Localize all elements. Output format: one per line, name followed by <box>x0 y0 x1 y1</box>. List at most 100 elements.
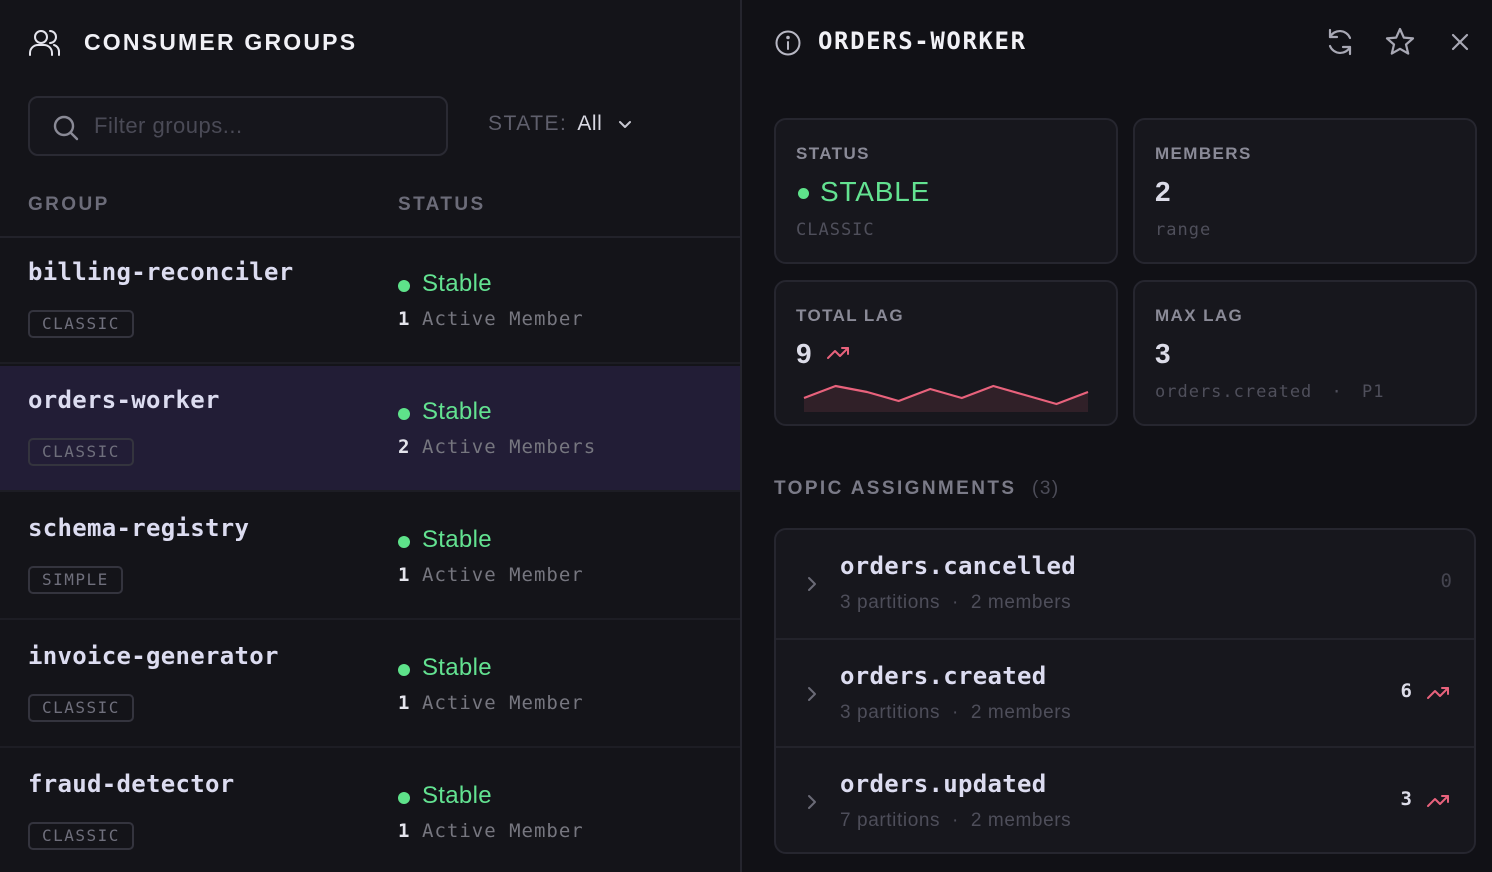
max-lag-partition: P1 <box>1362 382 1385 402</box>
status-dot <box>798 188 809 199</box>
member-label: Active Member <box>422 564 584 586</box>
search-box[interactable] <box>28 96 448 156</box>
topic-lag: 6 <box>1400 680 1412 702</box>
group-name: orders-worker <box>28 386 220 414</box>
topic-partitions: 7 partitions <box>840 810 941 831</box>
column-header-group[interactable]: GROUP <box>28 194 110 216</box>
topic-lag: 3 <box>1400 788 1412 810</box>
info-icon <box>775 30 801 56</box>
max-lag-value: 3 <box>1155 338 1171 369</box>
status-card-label: STATUS <box>796 144 870 163</box>
topic-members: 2 members <box>970 592 1072 613</box>
member-count: 1 <box>398 820 410 842</box>
topic-name: orders.updated <box>840 770 1047 798</box>
group-type-badge: CLASSIC <box>28 694 134 722</box>
search-input[interactable] <box>94 108 434 144</box>
max-lag-topic: orders.created <box>1155 382 1313 402</box>
trending-up-icon <box>1427 687 1449 699</box>
members-card-label: MEMBERS <box>1155 144 1252 163</box>
topic-meta: 7 partitions · 2 members <box>840 810 1071 832</box>
topic-lag: 0 <box>1440 570 1452 592</box>
group-row[interactable]: invoice-generator CLASSIC Stable 1 Activ… <box>0 622 740 748</box>
total-lag-value: 9 <box>796 338 812 369</box>
topic-assignments-list: orders.cancelled 3 partitions · 2 member… <box>774 528 1476 854</box>
max-lag-card: MAX LAG 3 orders.created · P1 <box>1133 280 1477 426</box>
consumer-groups-panel: CONSUMER GROUPS STATE: All GROUP STATUS … <box>0 0 740 872</box>
group-status: Stable <box>422 782 492 809</box>
state-filter-dropdown[interactable]: STATE: All <box>488 112 632 136</box>
status-card: STATUS STABLE CLASSIC <box>774 118 1118 264</box>
status-dot <box>398 792 410 804</box>
topic-name: orders.created <box>840 662 1047 690</box>
lag-sparkline <box>803 384 1089 412</box>
max-lag-source: orders.created · P1 <box>1155 382 1385 402</box>
group-name: schema-registry <box>28 514 250 542</box>
trending-up-icon <box>1427 795 1449 807</box>
group-row[interactable]: fraud-detector CLASSIC Stable 1 Active M… <box>0 750 740 872</box>
group-type-badge: CLASSIC <box>28 310 134 338</box>
star-icon[interactable] <box>1384 26 1416 58</box>
topic-assignments-count: (3) <box>1032 478 1060 499</box>
group-row[interactable]: billing-reconciler CLASSIC Stable 1 Acti… <box>0 238 740 364</box>
detail-title: ORDERS-WORKER <box>818 27 1027 55</box>
status-dot <box>398 408 410 420</box>
topic-name: orders.cancelled <box>840 552 1076 580</box>
group-status: Stable <box>422 526 492 553</box>
group-type-badge: CLASSIC <box>28 438 134 466</box>
total-lag-label: TOTAL LAG <box>796 306 904 325</box>
refresh-icon[interactable] <box>1324 26 1356 58</box>
members-card-value: 2 <box>1155 176 1171 207</box>
max-lag-label: MAX LAG <box>1155 306 1244 325</box>
topic-meta-separator: · <box>952 810 959 831</box>
topic-meta-separator: · <box>952 592 959 613</box>
trending-up-icon <box>827 347 849 359</box>
panel-title: CONSUMER GROUPS <box>84 29 358 55</box>
member-count: 2 <box>398 436 410 458</box>
member-count: 1 <box>398 692 410 714</box>
topic-partitions: 3 partitions <box>840 702 941 723</box>
status-dot <box>398 664 410 676</box>
member-label: Active Members <box>422 436 597 458</box>
group-type-badge: CLASSIC <box>28 822 134 850</box>
state-filter-label: STATE: <box>488 112 568 135</box>
group-name: billing-reconciler <box>28 258 294 286</box>
status-dot <box>398 536 410 548</box>
topic-members: 2 members <box>970 702 1072 723</box>
group-name: fraud-detector <box>28 770 235 798</box>
topic-partitions: 3 partitions <box>840 592 941 613</box>
member-label: Active Member <box>422 692 584 714</box>
max-lag-separator: · <box>1331 382 1343 402</box>
group-status: Stable <box>422 654 492 681</box>
topic-meta: 3 partitions · 2 members <box>840 592 1071 614</box>
members-card: MEMBERS 2 range <box>1133 118 1477 264</box>
members-card-sub: range <box>1155 220 1212 240</box>
users-icon <box>29 30 60 56</box>
group-row[interactable]: orders-worker CLASSIC Stable 2 Active Me… <box>0 366 740 492</box>
group-row[interactable]: schema-registry SIMPLE Stable 1 Active M… <box>0 494 740 620</box>
topic-row[interactable]: orders.cancelled 3 partitions · 2 member… <box>776 530 1474 638</box>
member-label: Active Member <box>422 308 584 330</box>
column-header-status[interactable]: STATUS <box>398 194 486 216</box>
total-lag-card: TOTAL LAG 9 <box>774 280 1118 426</box>
topic-meta: 3 partitions · 2 members <box>840 702 1071 724</box>
group-name: invoice-generator <box>28 642 279 670</box>
state-filter-value: All <box>577 112 603 135</box>
topic-members: 2 members <box>970 810 1072 831</box>
member-count: 1 <box>398 564 410 586</box>
close-icon[interactable] <box>1444 26 1476 58</box>
member-count: 1 <box>398 308 410 330</box>
topic-row[interactable]: orders.created 3 partitions · 2 members … <box>776 638 1474 746</box>
topic-meta-separator: · <box>952 702 959 723</box>
group-type-badge: SIMPLE <box>28 566 123 594</box>
topic-row[interactable]: orders.updated 7 partitions · 2 members … <box>776 746 1474 852</box>
chevron-right-icon <box>808 687 816 701</box>
member-label: Active Member <box>422 820 584 842</box>
sparkline-area <box>804 386 1088 412</box>
chevron-right-icon <box>808 577 816 591</box>
group-status: Stable <box>422 270 492 297</box>
topic-assignments-title: TOPIC ASSIGNMENTS <box>774 478 1017 499</box>
group-status: Stable <box>422 398 492 425</box>
chevron-right-icon <box>808 795 816 809</box>
search-icon <box>53 115 79 141</box>
status-dot <box>398 280 410 292</box>
